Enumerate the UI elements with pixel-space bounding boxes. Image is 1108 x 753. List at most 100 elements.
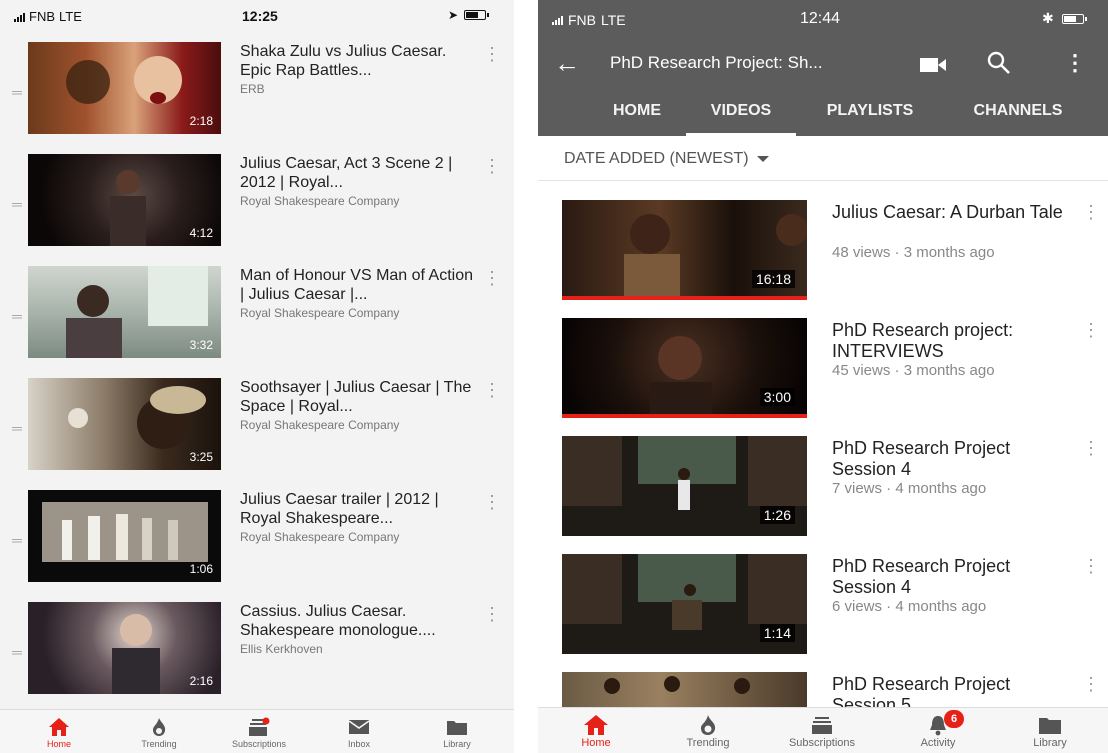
video-camera-icon[interactable] [920,58,946,77]
status-bar: FNB LTE 12:44 ✱ [538,0,1108,36]
video-title[interactable]: Shaka Zulu vs Julius Caesar. Epic Rap Ba… [240,42,476,80]
more-options-icon[interactable]: ⋮ [483,604,501,625]
nav-subscriptions[interactable]: Subscriptions [772,714,872,749]
nav-label: Subscriptions [788,737,856,749]
nav-subscriptions[interactable]: Subscriptions [214,716,304,749]
video-thumbnail[interactable]: 16:18 [562,200,807,300]
video-thumbnail[interactable]: 1:14 [562,554,807,654]
nav-activity[interactable]: 6 Activity [888,710,988,749]
tab-channels[interactable]: CHANNELS [948,92,1088,136]
signal-icon [14,12,25,22]
more-options-icon[interactable]: ⋮ [483,492,501,513]
drag-handle-icon[interactable]: ═ [12,308,22,324]
more-options-icon[interactable]: ⋮ [1082,320,1100,341]
sort-dropdown[interactable]: DATE ADDED (NEWEST) [564,150,769,168]
nav-trending[interactable]: Trending [114,716,204,749]
video-title[interactable]: PhD Research project: INTERVIEWS [832,320,1072,362]
watch-progress-bar [562,296,807,300]
list-item[interactable]: 1:26 PhD Research Project Session 4 7 vi… [538,436,1108,544]
battery-icon [1061,13,1087,24]
video-thumbnail[interactable]: 2:18 [28,42,221,134]
nav-label: Trending [686,737,730,749]
clock: 12:25 [242,8,278,24]
video-title[interactable]: Soothsayer | Julius Caesar | The Space |… [240,378,476,416]
more-options-icon[interactable]: ⋮ [1082,674,1100,695]
network-type: LTE [59,9,82,24]
video-title[interactable]: Julius Caesar: A Durban Tale [832,202,1072,223]
nav-home[interactable]: Home [546,714,646,749]
video-title[interactable]: Man of Honour VS Man of Action | Julius … [240,266,476,304]
more-options-icon[interactable]: ⋮ [483,156,501,177]
nav-label: Inbox [347,739,371,749]
video-meta: 45 views · 3 months ago [832,362,995,379]
divider [538,180,1108,181]
list-item[interactable]: 16:18 Julius Caesar: A Durban Tale 48 vi… [538,200,1108,308]
drag-handle-icon[interactable]: ═ [12,420,22,436]
sort-label: DATE ADDED (NEWEST) [564,150,749,167]
duration-label: 1:14 [759,624,795,642]
video-thumbnail[interactable]: 1:06 [28,490,221,582]
channel-name: Ellis Kerkhoven [240,642,323,656]
tab-playlists[interactable]: PLAYLISTS [806,92,934,136]
list-item[interactable]: 3:00 PhD Research project: INTERVIEWS 45… [538,318,1108,426]
more-options-icon[interactable]: ⋮ [483,268,501,289]
duration-label: 2:18 [189,114,213,128]
video-thumbnail[interactable]: 3:25 [28,378,221,470]
video-meta: 48 views · 3 months ago [832,244,995,261]
list-item[interactable]: ═ 2:18 Shaka Zulu vs Julius Caesar. Epic… [0,42,514,138]
back-arrow-icon[interactable]: ← [554,48,580,79]
more-options-icon[interactable]: ⋮ [1082,556,1100,577]
list-item[interactable]: ═ 3:25 Soothsayer | Julius Caesar | The … [0,378,514,474]
nav-library[interactable]: Library [1000,714,1100,749]
video-thumbnail[interactable]: 3:00 [562,318,807,418]
list-item[interactable]: ═ 2:16 Cassius. Julius Caesar. Shakespea… [0,602,514,698]
channel-header: FNB LTE 12:44 ✱ ← PhD Research Project: … [538,0,1108,136]
location-icon: ➤ [448,8,459,22]
nav-home[interactable]: Home [14,716,104,749]
list-item[interactable]: ═ 3:32 Man of Honour VS Man of Action | … [0,266,514,362]
drag-handle-icon[interactable]: ═ [12,196,22,212]
nav-inbox[interactable]: Inbox [314,716,404,749]
chevron-down-icon [756,156,769,162]
duration-label: 1:26 [759,506,795,524]
status-icons: ✱ [1042,10,1087,27]
video-title[interactable]: Julius Caesar, Act 3 Scene 2 | 2012 | Ro… [240,154,476,192]
video-title[interactable]: Cassius. Julius Caesar. Shakespeare mono… [240,602,476,640]
more-options-icon[interactable]: ⋮ [483,44,501,65]
tab-videos[interactable]: VIDEOS [686,92,796,136]
nav-trending[interactable]: Trending [658,714,758,749]
video-title[interactable]: PhD Research Project Session 4 [832,556,1072,598]
home-icon [584,715,608,735]
video-thumbnail[interactable]: 2:16 [28,602,221,694]
list-item[interactable]: ═ 4:12 Julius Caesar, Act 3 Scene 2 | 20… [0,154,514,250]
carrier-name: FNB [29,9,55,24]
nav-label: Home [46,739,71,749]
video-title[interactable]: Julius Caesar trailer | 2012 | Royal Sha… [240,490,476,528]
more-options-icon[interactable]: ⋮ [483,380,501,401]
tab-home[interactable]: HOME [592,92,682,136]
nav-library[interactable]: Library [412,716,502,749]
carrier-name: FNB [568,12,596,28]
more-options-icon[interactable]: ⋮ [1064,50,1086,76]
video-thumbnail[interactable]: 1:26 [562,436,807,536]
nav-label: Library [443,739,471,749]
channel-name: Royal Shakespeare Company [240,530,400,544]
list-item[interactable]: ═ 1:06 Julius Caesar trailer | 2012 | Ro… [0,490,514,586]
nav-label: Subscriptions [231,739,287,749]
search-icon[interactable] [986,50,1012,81]
drag-handle-icon[interactable]: ═ [12,84,22,100]
folder-icon [1039,718,1061,734]
list-item[interactable]: 1:14 PhD Research Project Session 4 6 vi… [538,554,1108,662]
drag-handle-icon[interactable]: ═ [12,644,22,660]
video-title[interactable]: PhD Research Project Session 4 [832,438,1072,480]
drag-handle-icon[interactable]: ═ [12,532,22,548]
duration-label: 3:25 [189,450,213,464]
more-options-icon[interactable]: ⋮ [1082,438,1100,459]
video-thumbnail[interactable]: 4:12 [28,154,221,246]
channel-tabs: HOME VIDEOS PLAYLISTS CHANNELS [538,92,1108,136]
left-phone-screen: FNB LTE 12:25 ➤ ═ 2:18 Shaka Zulu vs Jul… [0,0,514,753]
duration-label: 3:00 [759,388,795,406]
more-options-icon[interactable]: ⋮ [1082,202,1100,223]
video-thumbnail[interactable]: 3:32 [28,266,221,358]
subscriptions-icon [249,717,270,736]
